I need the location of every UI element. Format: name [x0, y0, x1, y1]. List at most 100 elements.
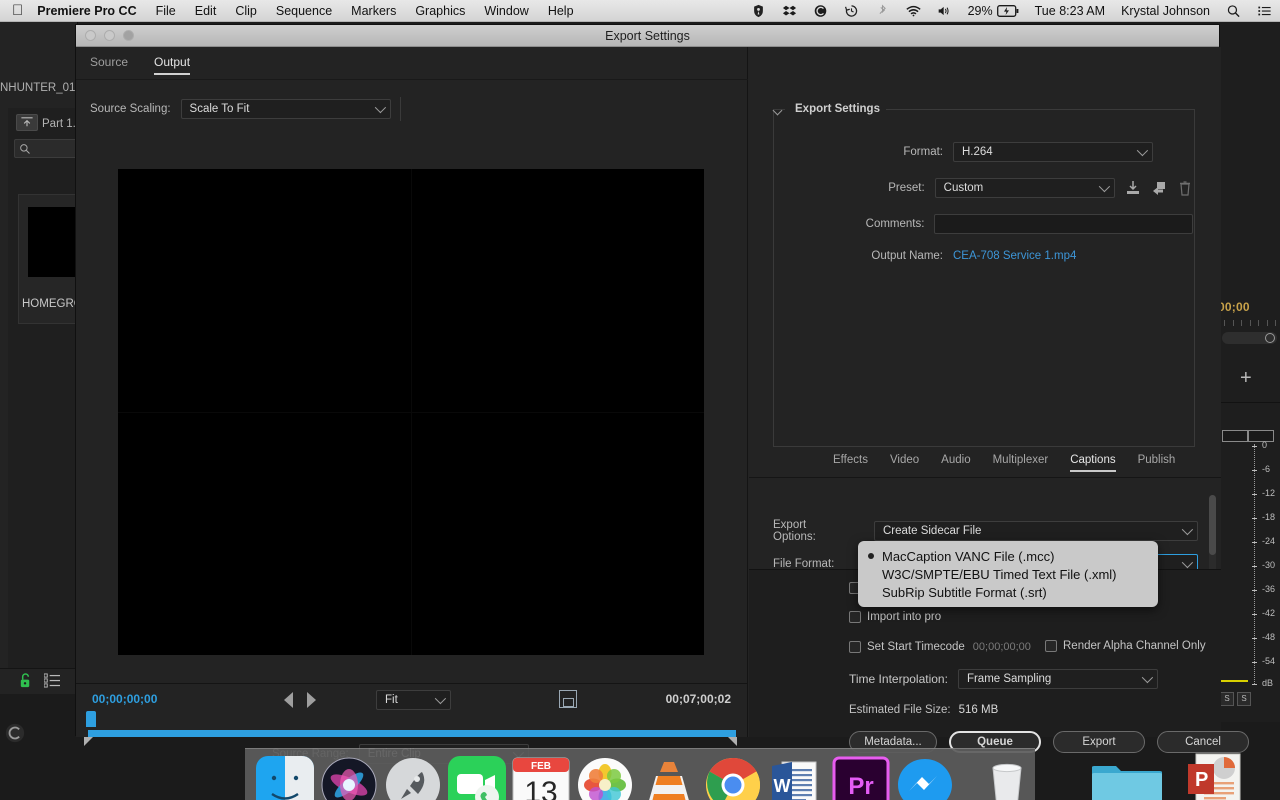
wifi-icon[interactable]: [905, 4, 921, 18]
menu-item-help[interactable]: Help: [548, 4, 574, 18]
tab-effects[interactable]: Effects: [833, 454, 868, 472]
desktop-powerpoint-icon[interactable]: P: [1186, 750, 1248, 800]
preset-select[interactable]: Custom: [934, 178, 1115, 198]
menu-item-markers[interactable]: Markers: [351, 4, 396, 18]
timeline-zoom-slider[interactable]: [1222, 332, 1277, 344]
playhead-handle[interactable]: [86, 711, 96, 727]
dropbox-icon[interactable]: [782, 4, 797, 18]
tab-multiplexer[interactable]: Multiplexer: [993, 454, 1049, 472]
preview-scrub-track[interactable]: [88, 730, 736, 737]
out-point-marker[interactable]: [728, 737, 737, 746]
finder-icon[interactable]: [256, 756, 314, 800]
menu-app-name[interactable]: Premiere Pro CC: [37, 4, 136, 18]
volume-icon[interactable]: [937, 4, 952, 18]
menubar-clock[interactable]: Tue 8:23 AM: [1035, 4, 1105, 18]
facetime-icon[interactable]: [448, 756, 506, 800]
notification-center-icon[interactable]: [1257, 4, 1272, 18]
messenger-icon[interactable]: [896, 756, 954, 800]
menu-item-graphics[interactable]: Graphics: [415, 4, 465, 18]
siri-icon[interactable]: [320, 756, 378, 800]
menu-item-clip[interactable]: Clip: [235, 4, 257, 18]
search-icon[interactable]: [1226, 4, 1241, 18]
creative-cloud-icon[interactable]: [813, 4, 828, 18]
delete-preset-icon[interactable]: [1177, 180, 1193, 196]
menu-item-file[interactable]: File: [156, 4, 176, 18]
chrome-icon[interactable]: [704, 756, 762, 800]
chevron-down-icon: [1181, 556, 1194, 569]
source-scaling-select[interactable]: Scale To Fit: [180, 99, 391, 119]
format-select[interactable]: H.264: [953, 142, 1153, 162]
video-preview-canvas[interactable]: [118, 169, 704, 655]
menu-item-edit[interactable]: Edit: [195, 4, 217, 18]
import-into-project-row[interactable]: Import into pro: [849, 611, 941, 623]
mark-out-icon[interactable]: [307, 692, 316, 708]
dropdown-option-mcc[interactable]: MacCaption VANC File (.mcc): [858, 547, 1158, 565]
menubar-username[interactable]: Krystal Johnson: [1121, 4, 1210, 18]
captions-scrollbar-thumb[interactable]: [1209, 495, 1216, 555]
set-start-timecode-value[interactable]: 00;00;00;00: [973, 641, 1031, 653]
zoom-slider-knob[interactable]: [1265, 333, 1275, 343]
import-preset-icon[interactable]: [1151, 180, 1167, 196]
render-alpha-checkbox[interactable]: [1045, 640, 1057, 652]
render-alpha-row[interactable]: Render Alpha Channel Only: [1045, 640, 1206, 652]
estimated-file-size-row: Estimated File Size: 516 MB: [849, 704, 998, 716]
audio-meter-channel-right: [1248, 430, 1274, 442]
desktop-folder-icon[interactable]: [1091, 758, 1163, 800]
bluetooth-icon[interactable]: [875, 3, 890, 18]
meter-label: -18: [1262, 512, 1276, 522]
creative-cloud-icon[interactable]: [4, 722, 26, 744]
time-machine-icon[interactable]: [844, 4, 859, 18]
tab-audio[interactable]: Audio: [941, 454, 970, 472]
dropdown-option-xml[interactable]: W3C/SMPTE/EBU Timed Text File (.xml): [858, 565, 1158, 583]
project-panel-tab[interactable]: NHUNTER_012: [0, 82, 78, 100]
time-interpolation-label: Time Interpolation:: [849, 672, 948, 686]
zoom-level-select[interactable]: Fit: [376, 690, 451, 710]
navigate-up-icon[interactable]: [16, 114, 38, 131]
solo-button-left[interactable]: S: [1220, 692, 1234, 706]
meter-label: -12: [1262, 488, 1276, 498]
battery-charging-icon[interactable]: [996, 4, 1019, 18]
apple-icon[interactable]: : [12, 3, 23, 18]
vlc-icon[interactable]: [640, 756, 698, 800]
photos-icon[interactable]: [576, 756, 634, 800]
trash-icon[interactable]: [978, 756, 1036, 800]
export-button[interactable]: Export: [1053, 731, 1145, 753]
tab-source[interactable]: Source: [90, 55, 128, 75]
timeline-timecode[interactable]: 00;00: [1218, 300, 1250, 314]
tab-video[interactable]: Video: [890, 454, 919, 472]
menu-item-sequence[interactable]: Sequence: [276, 4, 332, 18]
export-frame-icon[interactable]: [559, 690, 577, 708]
time-interpolation-select[interactable]: Frame Sampling: [957, 669, 1158, 689]
preview-controls-divider: [76, 683, 748, 684]
save-preset-icon[interactable]: [1125, 180, 1141, 196]
mark-in-icon[interactable]: [284, 692, 293, 708]
menu-item-window[interactable]: Window: [484, 4, 528, 18]
estimated-file-size-label: Estimated File Size:: [849, 704, 951, 716]
launchpad-icon[interactable]: [384, 756, 442, 800]
tab-captions[interactable]: Captions: [1070, 454, 1116, 472]
lock-open-icon[interactable]: [18, 672, 33, 692]
set-start-timecode-row[interactable]: Set Start Timecode 00;00;00;00: [849, 641, 1031, 653]
solo-button-right[interactable]: S: [1237, 692, 1251, 706]
tab-output[interactable]: Output: [154, 55, 191, 75]
file-format-dropdown-menu[interactable]: MacCaption VANC File (.mcc) W3C/SMPTE/EB…: [858, 541, 1158, 607]
export-settings-group-title: Export Settings: [789, 103, 886, 115]
dropdown-option-srt[interactable]: SubRip Subtitle Format (.srt): [858, 583, 1158, 601]
tab-publish[interactable]: Publish: [1138, 454, 1176, 472]
output-name-link[interactable]: CEA-708 Service 1.mp4: [953, 250, 1076, 262]
calendar-icon[interactable]: FEB 13: [512, 756, 570, 800]
in-point-marker[interactable]: [84, 737, 93, 746]
preset-row: Preset: Custom: [773, 178, 1193, 198]
export-options-select[interactable]: Create Sidecar File: [874, 521, 1198, 541]
comments-input[interactable]: [934, 214, 1193, 234]
shield-icon[interactable]: [751, 4, 766, 18]
premiere-pro-icon[interactable]: Pr: [832, 756, 890, 800]
add-track-button[interactable]: +: [1240, 368, 1252, 388]
import-into-project-checkbox[interactable]: [849, 611, 861, 623]
list-view-icon[interactable]: [43, 673, 61, 691]
preview-current-timecode[interactable]: 00;00;00;00: [92, 692, 157, 706]
set-start-timecode-checkbox[interactable]: [849, 641, 861, 653]
window-title: Export Settings: [605, 28, 690, 43]
word-icon[interactable]: W: [768, 756, 826, 800]
project-breadcrumb[interactable]: Part 1.: [42, 118, 76, 130]
